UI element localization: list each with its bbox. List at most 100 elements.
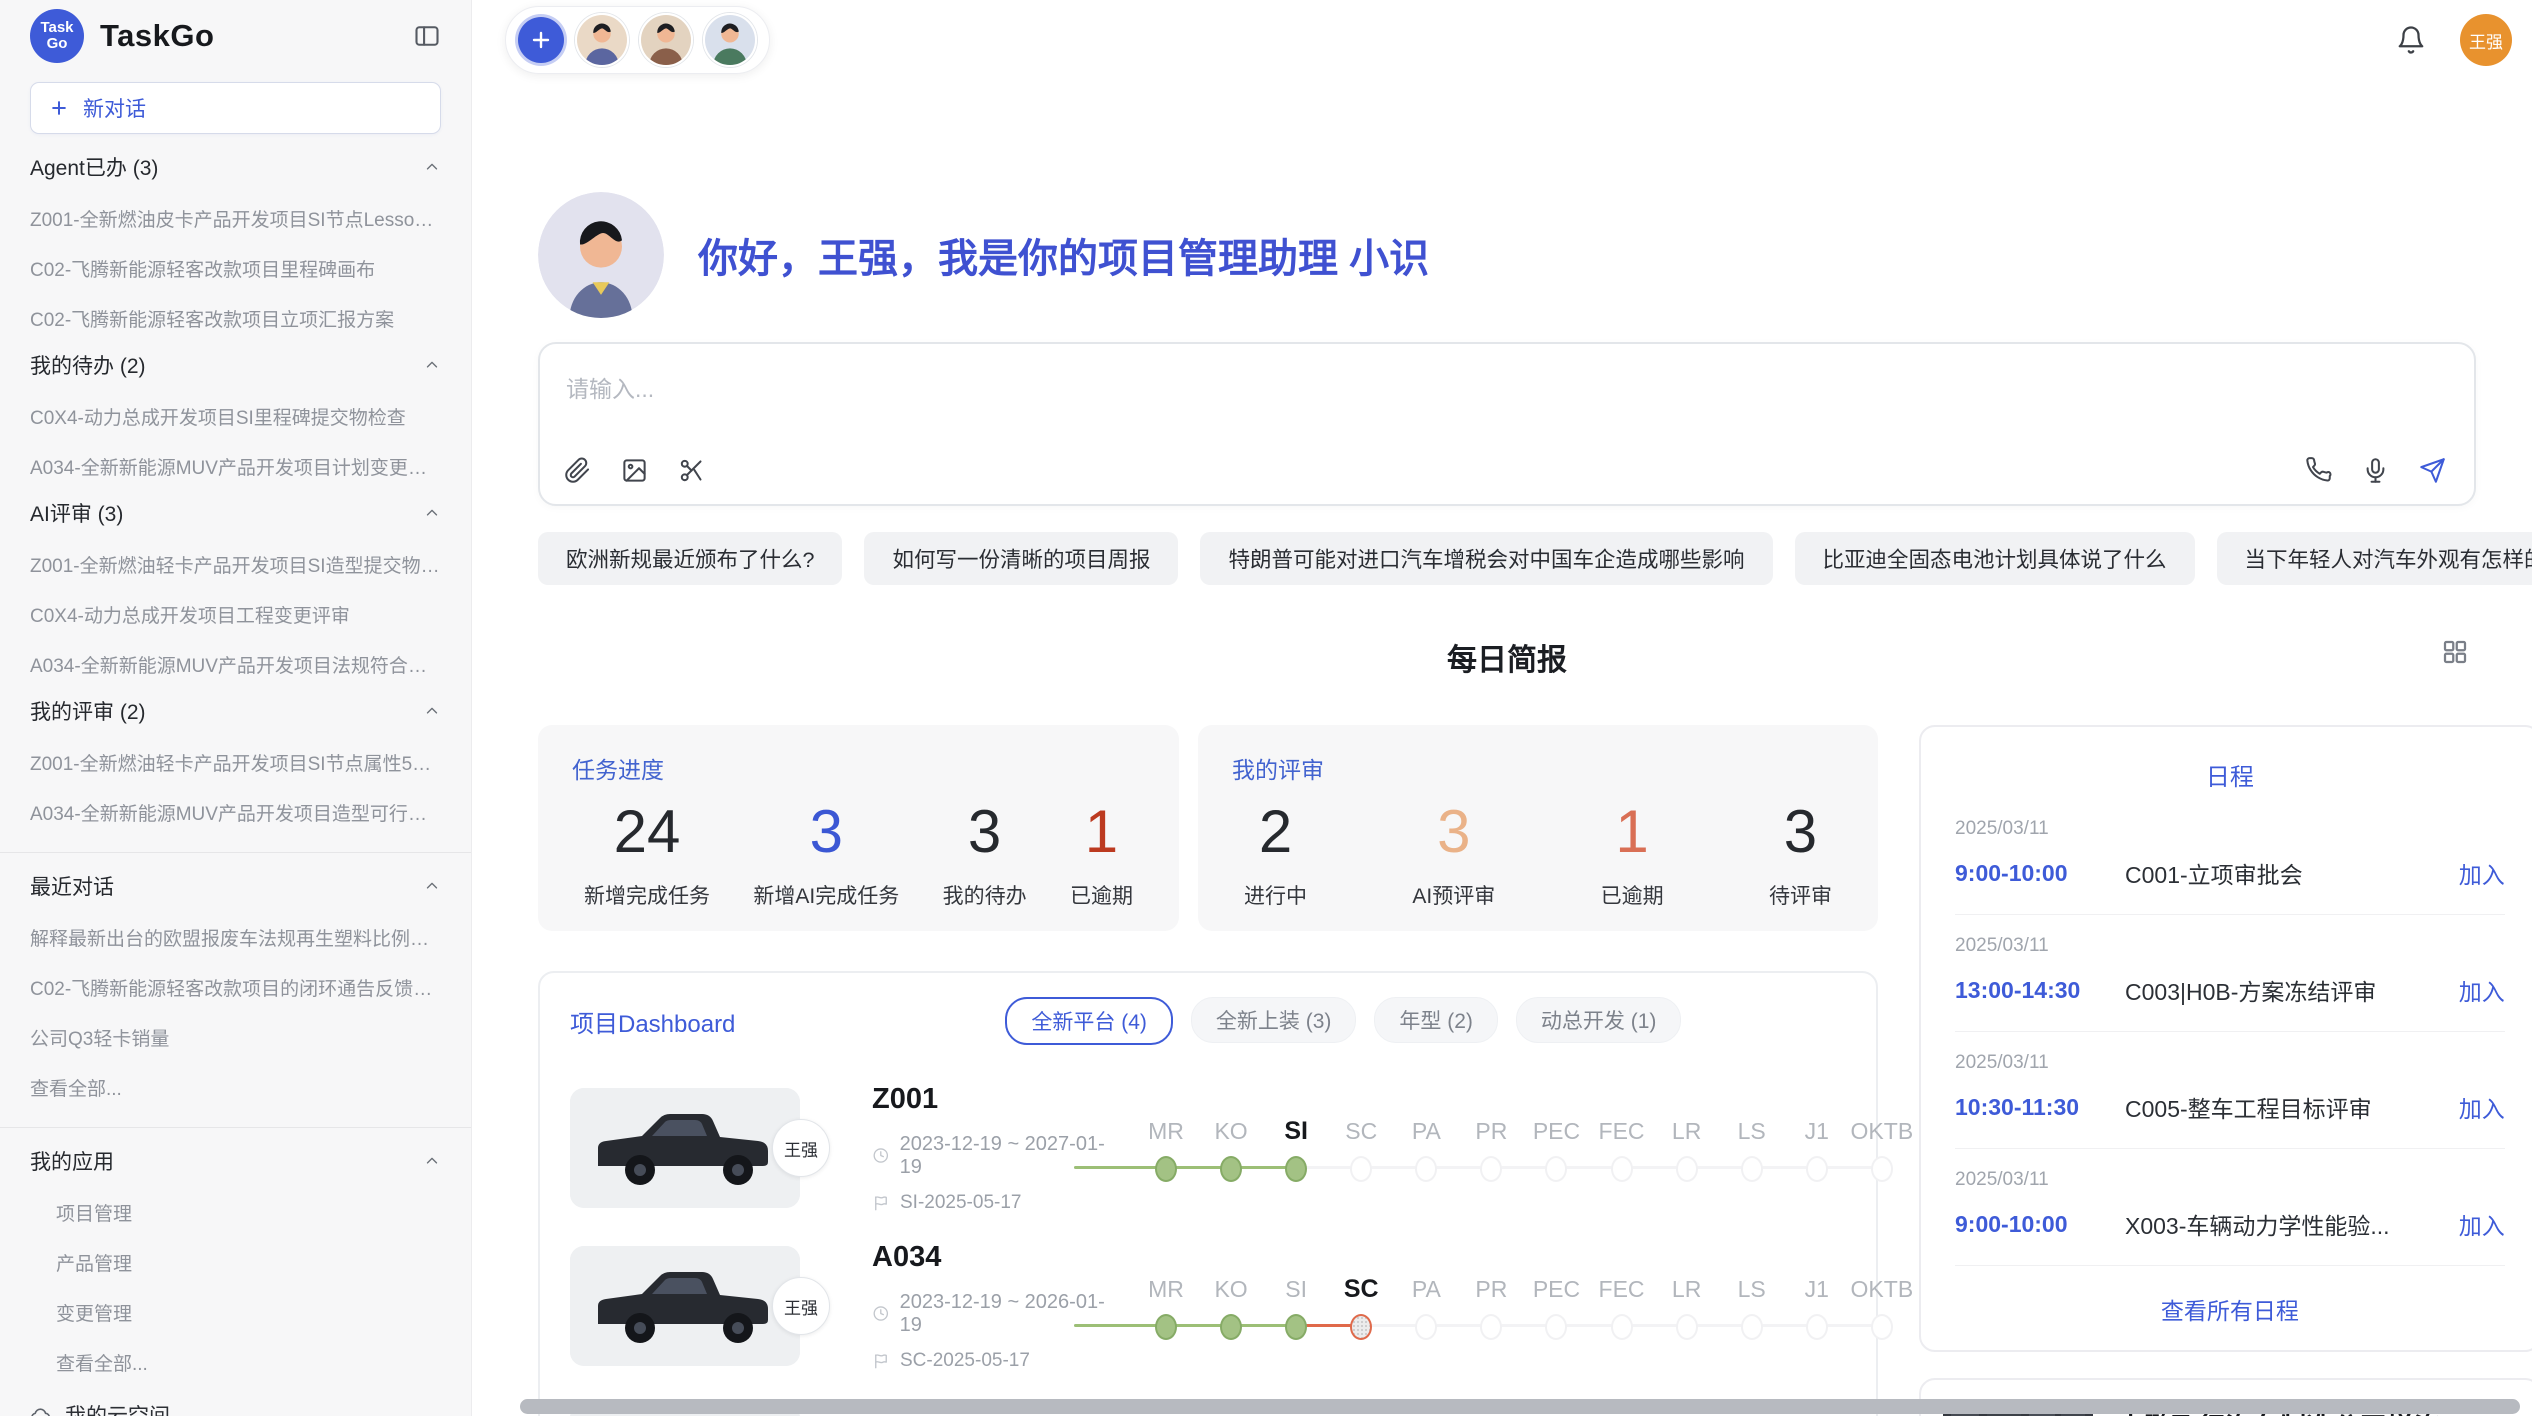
sidebar-section-header[interactable]: AI评审 (3)	[30, 498, 441, 528]
chevron-up-icon	[423, 1152, 441, 1170]
suggestion-chip[interactable]: 欧洲新规最近颁布了什么?	[538, 532, 842, 585]
dashboard-tab[interactable]: 全新上装 (3)	[1191, 997, 1357, 1043]
milestone-label: SC	[1344, 1274, 1379, 1304]
suggestion-chip[interactable]: 当下年轻人对汽车外观有怎样的喜好趋势	[2217, 532, 2532, 585]
suggestion-chip[interactable]: 特朗普可能对进口汽车增税会对中国车企造成哪些影响	[1200, 532, 1772, 585]
stat: 3 待评审	[1769, 797, 1832, 910]
schedule-join-link[interactable]: 加入	[2459, 973, 2505, 1007]
chat-avatar-2[interactable]	[639, 13, 693, 67]
dashboard-tab[interactable]: 年型 (2)	[1374, 997, 1498, 1043]
chat-input[interactable]: 请输入...	[538, 342, 2476, 506]
sidebar-item-我的云空间[interactable]: 我的云空间	[30, 1376, 441, 1416]
sidebar-my-apps: 我的应用 项目管理产品管理变更管理查看全部...	[30, 1146, 441, 1376]
sidebar-item[interactable]: 查看全部...	[56, 1326, 441, 1376]
chat-avatar-1[interactable]	[575, 13, 629, 67]
milestone-node: FEC	[1590, 1116, 1654, 1182]
sidebar-item[interactable]: 查看全部...	[30, 1051, 441, 1101]
milestone-label: KO	[1214, 1274, 1247, 1304]
sidebar-item[interactable]: C0X4-动力总成开发项目SI里程碑提交物检查	[30, 380, 441, 430]
notification-bell-icon[interactable]	[2396, 25, 2426, 55]
logo-line2: Go	[47, 36, 68, 52]
sidebar-item[interactable]: A034-全新新能源MUV产品开发项目计划变更表编写	[30, 430, 441, 480]
image-icon[interactable]	[621, 457, 648, 484]
user-avatar[interactable]: 王强	[2460, 14, 2512, 66]
sidebar-item[interactable]: 变更管理	[56, 1276, 441, 1326]
grid-view-icon[interactable]	[2440, 637, 2470, 667]
sidebar-item[interactable]: C0X4-动力总成开发项目工程变更评审	[30, 578, 441, 628]
phone-icon[interactable]	[2305, 457, 2332, 484]
horizontal-scrollbar[interactable]	[520, 1399, 2520, 1414]
dashboard-title: 项目Dashboard	[570, 1004, 735, 1039]
new-chat-label: 新对话	[83, 93, 146, 123]
milestone-dot	[1676, 1156, 1698, 1182]
sidebar-item[interactable]: Z001-全新燃油轻卡产品开发项目SI节点属性5D文件评审	[30, 726, 441, 776]
schedule-join-link[interactable]: 加入	[2459, 856, 2505, 890]
stats-card: 我的评审 2 进行中 3 AI预评审 1 已逾期 3 待评审	[1198, 725, 1878, 931]
left-column: 任务进度 24 新增完成任务 3 新增AI完成任务 3 我的待办 1 已逾期 我…	[538, 725, 1878, 1416]
milestone-label: LS	[1738, 1116, 1766, 1146]
milestone-node: LS	[1720, 1274, 1784, 1340]
project-info: Z001 2023-12-19 ~ 2027-01-19 SI-2025-05-…	[872, 1083, 1110, 1214]
milestone-dot	[1155, 1156, 1177, 1182]
sidebar-item[interactable]: C02-飞腾新能源轻客改款项目立项汇报方案	[30, 282, 441, 332]
schedule-time: 9:00-10:00	[1955, 1211, 2107, 1238]
sidebar-item[interactable]: 产品管理	[56, 1226, 441, 1276]
milestone-dot	[1415, 1156, 1437, 1182]
sidebar-group: 我的待办 (2) C0X4-动力总成开发项目SI里程碑提交物检查A034-全新新…	[30, 350, 441, 480]
milestone-node: J1	[1785, 1274, 1849, 1340]
dashboard-header: 项目Dashboard 全新平台 (4) 全新上装 (3) 年型 (2) 动总开发 (…	[570, 997, 1846, 1045]
milestone-dot	[1611, 1314, 1633, 1340]
sidebar-section-header[interactable]: Agent已办 (3)	[30, 152, 441, 182]
dashboard-tab[interactable]: 动总开发 (1)	[1516, 997, 1682, 1043]
sidebar-item[interactable]: A034-全新新能源MUV产品开发项目造型可行性评审	[30, 776, 441, 826]
chat-avatar-3[interactable]	[703, 13, 757, 67]
stat: 3 新增AI完成任务	[753, 797, 899, 910]
schedule-join-link[interactable]: 加入	[2459, 1090, 2505, 1124]
schedule-join-link[interactable]: 加入	[2459, 1207, 2505, 1241]
stat-label: 进行中	[1244, 880, 1307, 910]
sidebar-item[interactable]: 解释最新出台的欧盟报废车法规再生塑料比例被调至15%...	[30, 901, 441, 951]
schedule-time: 9:00-10:00	[1955, 860, 2107, 887]
greeting-text: 你好，王强，我是你的项目管理助理 小识	[698, 226, 1429, 284]
project-row[interactable]: 王强 Z001 2023-12-19 ~ 2027-01-19 SI-2025-…	[570, 1085, 1846, 1211]
greeting-block: 你好，王强，我是你的项目管理助理 小识	[538, 192, 2476, 318]
attachment-icon[interactable]	[564, 457, 591, 484]
content: 你好，王强，我是你的项目管理助理 小识 请输入... 欧洲新规最近颁布了什么? 如…	[538, 0, 2476, 1416]
sidebar-item[interactable]: 公司Q3轻卡销量	[30, 1001, 441, 1051]
plus-icon	[529, 28, 553, 52]
stat-label: 已逾期	[1601, 880, 1664, 910]
sidebar: Task Go TaskGo 新对话 Agent已办 (3) Z001-全新燃油…	[0, 0, 472, 1416]
milestone-label: LS	[1738, 1274, 1766, 1304]
scissors-icon[interactable]	[678, 457, 705, 484]
sidebar-item[interactable]: A034-全新新能源MUV产品开发项目法规符合性评审	[30, 628, 441, 678]
sidebar-item[interactable]: Z001-全新燃油轻卡产品开发项目SI造型提交物评审	[30, 528, 441, 578]
project-rows: 王强 Z001 2023-12-19 ~ 2027-01-19 SI-2025-…	[570, 1085, 1846, 1416]
microphone-icon[interactable]	[2362, 457, 2389, 484]
suggestion-chip[interactable]: 比亚迪全固态电池计划具体说了什么	[1795, 532, 2195, 585]
stat: 1 已逾期	[1070, 797, 1133, 910]
sidebar-item[interactable]: 项目管理	[56, 1176, 441, 1226]
stat: 3 AI预评审	[1412, 797, 1495, 910]
sidebar-item[interactable]: C02-飞腾新能源轻客改款项目的闭环通告反馈情况	[30, 951, 441, 1001]
new-chat-quick-button[interactable]	[518, 17, 564, 63]
sidebar-item[interactable]: C02-飞腾新能源轻客改款项目里程碑画布	[30, 232, 441, 282]
suggestion-chip[interactable]: 如何写一份清晰的项目周报	[864, 532, 1178, 585]
section-label: 最近对话	[30, 871, 114, 901]
new-chat-button[interactable]: 新对话	[30, 82, 441, 134]
sidebar-section-header[interactable]: 我的应用	[30, 1146, 441, 1176]
send-icon[interactable]	[2419, 457, 2446, 484]
sidebar-section-header[interactable]: 最近对话	[30, 871, 441, 901]
stats-row: 任务进度 24 新增完成任务 3 新增AI完成任务 3 我的待办 1 已逾期 我…	[538, 725, 1878, 931]
project-row[interactable]: 王强 A034 2023-12-19 ~ 2026-01-19 SC-2025-…	[570, 1243, 1846, 1369]
milestone-label: KO	[1214, 1116, 1247, 1146]
schedule-time: 10:30-11:30	[1955, 1094, 2107, 1121]
sidebar-item[interactable]: Z001-全新燃油皮卡产品开发项目SI节点Lesson Learn报告	[30, 182, 441, 232]
section-label: AI评审 (3)	[30, 498, 123, 528]
view-all-schedule-link[interactable]: 查看所有日程	[1955, 1266, 2505, 1326]
collapse-sidebar-icon[interactable]	[413, 22, 441, 50]
sidebar-section-header[interactable]: 我的评审 (2)	[30, 696, 441, 726]
milestone-dot	[1285, 1156, 1307, 1182]
dashboard-tab[interactable]: 全新平台 (4)	[1005, 997, 1173, 1045]
schedule-date: 2025/03/11	[1955, 935, 2505, 957]
sidebar-section-header[interactable]: 我的待办 (2)	[30, 350, 441, 380]
